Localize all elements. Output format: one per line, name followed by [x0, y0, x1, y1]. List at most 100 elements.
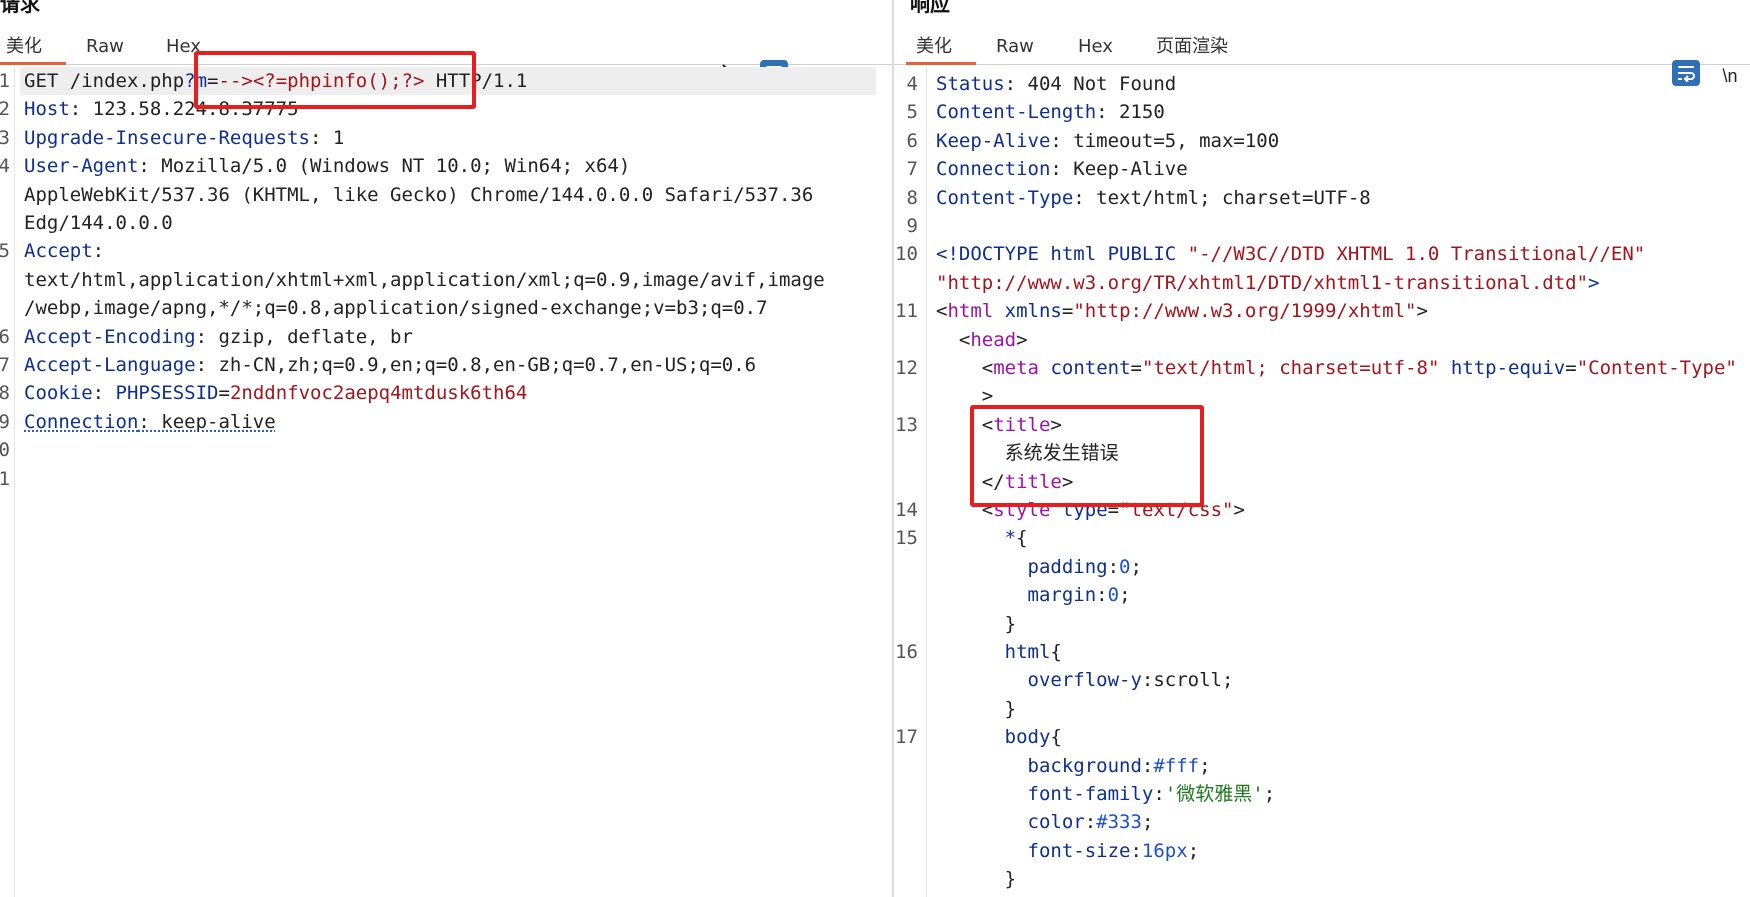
token: Status: [936, 73, 1005, 95]
token: Accept-Language: [24, 354, 196, 376]
token: =: [1107, 499, 1120, 521]
response-tab-hex[interactable]: Hex: [1072, 32, 1119, 62]
code-text: <style type="text/css">: [936, 496, 1245, 524]
line-number: 7: [0, 354, 10, 376]
line-number: 9: [906, 215, 918, 237]
code-line: 0: [0, 436, 892, 464]
request-tab-raw[interactable]: Raw: [80, 32, 130, 62]
code-text: Host: 123.58.224.8:37775: [24, 95, 299, 123]
token: html: [1004, 641, 1051, 663]
code-text: }: [936, 610, 1016, 638]
token: ;: [1141, 811, 1154, 834]
token: {: [1050, 641, 1062, 663]
response-tab-pretty[interactable]: 美化: [906, 32, 976, 65]
code-text: Status: 404 Not Found: [936, 70, 1176, 98]
line-number: 14: [895, 499, 918, 521]
line-number: 17: [895, 726, 918, 749]
response-pane-title: 响应: [910, 0, 950, 16]
line-number: 10: [895, 243, 918, 266]
code-line: margin:0;: [894, 581, 1750, 609]
token: >: [1416, 300, 1428, 323]
line-number: 4: [906, 73, 918, 95]
token: =: [1061, 300, 1074, 323]
token: User-Agent: [24, 155, 139, 178]
token: : zh-CN,zh;q=0.9,en;q=0.8,en-GB;q=0.7,en…: [195, 354, 757, 376]
token: Edg/144.0.0.0: [24, 212, 173, 234]
token: : text/html; charset=UTF-8: [1073, 186, 1371, 209]
token: :: [1153, 783, 1165, 805]
code-text: }: [936, 695, 1016, 723]
line-number: 3: [0, 126, 10, 149]
token: Content-Type: [936, 186, 1074, 209]
response-tab-raw[interactable]: Raw: [990, 32, 1040, 62]
token: >: [1588, 271, 1600, 294]
line-number: 1: [0, 70, 10, 92]
token: 16px: [1141, 839, 1188, 862]
code-line: 1: [0, 465, 892, 493]
request-editor[interactable]: 1 GET /index.php?m=--><?=phpinfo();?> HTT…: [0, 67, 892, 897]
token: title: [993, 413, 1051, 436]
request-tab-pretty[interactable]: 美化: [0, 32, 66, 65]
line-number: 13: [895, 413, 918, 436]
code-line: AppleWebKit/537.36 (KHTML, like Gecko) C…: [0, 181, 892, 209]
token: : 2150: [1096, 101, 1165, 124]
code-line: }: [894, 610, 1750, 638]
line-number: 5: [906, 101, 918, 124]
code-text: *{: [936, 524, 1028, 552]
token: :: [1141, 754, 1154, 777]
code-line: 13 <title>: [894, 411, 1750, 439]
code-line: 12 <meta content="text/html; charset=utf…: [894, 354, 1750, 382]
code-text: text/html,application/xhtml+xml,applicat…: [24, 266, 825, 294]
token: "-//W3C//DTD XHTML 1.0 Transitional//EN": [1187, 243, 1646, 266]
token: xmlns: [1004, 300, 1062, 323]
token: ;: [1263, 783, 1276, 805]
token: PHPSESSID: [115, 382, 219, 405]
token: {: [1016, 527, 1028, 550]
code-line: }: [894, 865, 1750, 893]
code-line: 16 html{: [894, 638, 1750, 666]
token: Keep-Alive: [936, 129, 1051, 152]
code-line: /webp,image/apng,*/*;q=0.8,application/s…: [0, 294, 892, 322]
token: ;: [1130, 555, 1142, 578]
code-line: 1 GET /index.php?m=--><?=phpinfo();?> HTT…: [0, 67, 876, 95]
code-line: }: [894, 695, 1750, 723]
token: <: [981, 499, 994, 521]
token: :: [92, 240, 105, 263]
token: #333: [1096, 811, 1142, 834]
token: padding: [1027, 555, 1108, 578]
token: "http://www.w3.org/TR/xhtml1/DTD/xhtml1-…: [936, 271, 1589, 294]
code-text: Connection: keep-alive: [24, 408, 276, 436]
code-line: Edg/144.0.0.0: [0, 209, 892, 237]
code-text: Edg/144.0.0.0: [24, 209, 173, 237]
response-editor[interactable]: 4 Status: 404 Not Found 5 Content-Length: 2…: [894, 67, 1750, 897]
token: =: [218, 382, 230, 405]
response-pane: 响应 美化 Raw Hex 页面渲染 \n 4 Status: 404 Not F…: [894, 0, 1750, 897]
line-number: 12: [895, 357, 918, 379]
code-line: text/html,application/xhtml+xml,applicat…: [0, 266, 892, 294]
code-text: <!DOCTYPE html PUBLIC "-//W3C//DTD XHTML…: [936, 240, 1645, 268]
response-tab-render[interactable]: 页面渲染: [1150, 32, 1234, 62]
code-text: >: [936, 382, 993, 410]
token: :: [1107, 555, 1120, 578]
token: {: [1050, 726, 1062, 749]
request-tabbar: 美化 Raw Hex \n ≡: [0, 30, 892, 88]
request-tab-hex[interactable]: Hex: [160, 32, 207, 62]
token: }: [936, 868, 1017, 891]
code-line: color:#333;: [894, 808, 1750, 836]
code-line: 8 Content-Type: text/html; charset=UTF-8: [894, 184, 1750, 212]
code-line: 7 Accept-Language: zh-CN,zh;q=0.9,en;q=0.…: [0, 351, 892, 379]
token: <: [981, 357, 994, 379]
line-number: 7: [906, 158, 918, 181]
token: =: [1565, 357, 1577, 379]
code-line: 2 Host: 123.58.224.8:37775: [0, 95, 892, 123]
